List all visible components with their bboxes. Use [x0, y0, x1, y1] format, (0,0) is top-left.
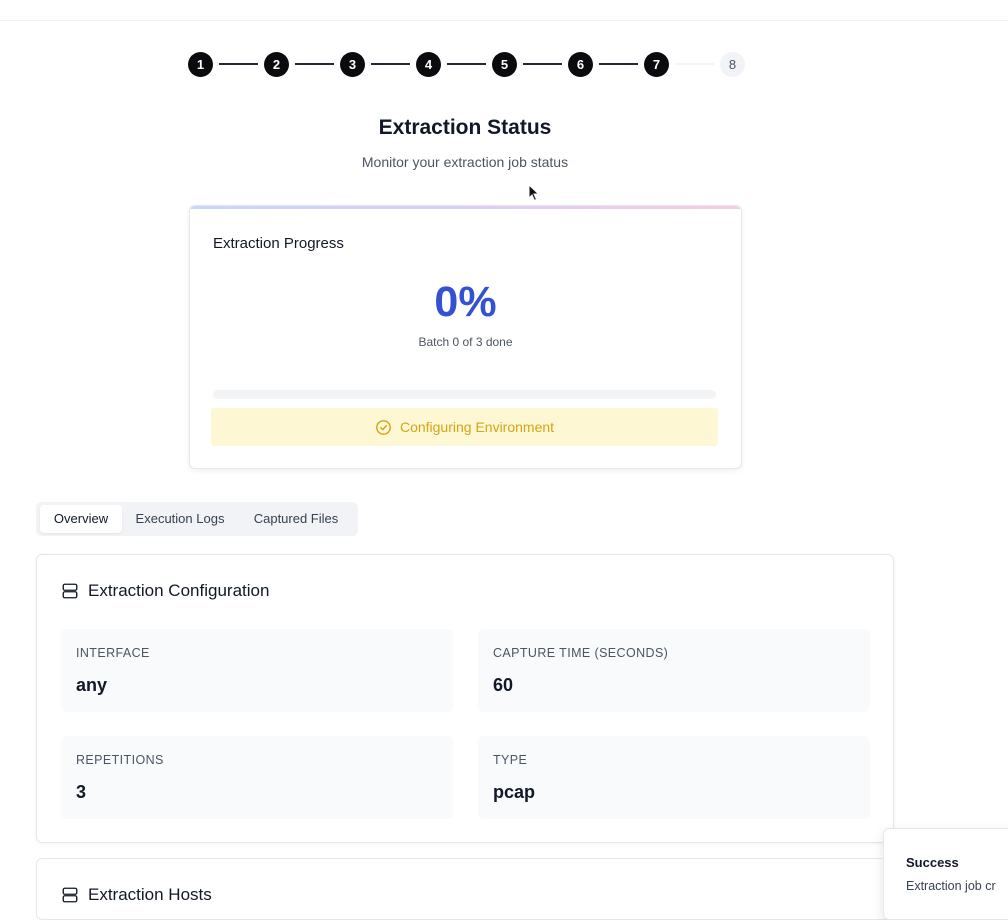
field-capture-time: CAPTURE TIME (SECONDS) 60	[478, 629, 870, 712]
step-7[interactable]: 7	[644, 51, 669, 77]
tab-captured-files[interactable]: Captured Files	[238, 505, 354, 533]
field-label: CAPTURE TIME (SECONDS)	[493, 646, 669, 660]
field-label: TYPE	[493, 753, 528, 767]
extraction-progress-card: Extraction Progress 0% Batch 0 of 3 done…	[189, 205, 742, 469]
progress-percent: 0%	[434, 278, 497, 326]
field-value: pcap	[493, 782, 536, 802]
status-text: Configuring Environment	[399, 419, 555, 435]
step-1[interactable]: 1	[188, 51, 213, 77]
tab-list: Overview Execution Logs Captured Files	[36, 502, 358, 536]
field-type: TYPE pcap	[478, 736, 870, 819]
field-interface: INTERFACE any	[61, 629, 453, 712]
section-header: Extraction Hosts	[61, 885, 212, 905]
check-circle-icon	[376, 419, 391, 435]
toast-message: Extraction job cr	[906, 879, 996, 893]
step-4[interactable]: 4	[416, 51, 441, 77]
server-icon	[62, 583, 78, 599]
progress-bar	[213, 390, 716, 399]
section-header: Extraction Configuration	[61, 581, 269, 601]
mouse-cursor-icon	[528, 184, 540, 202]
field-label: REPETITIONS	[76, 753, 164, 767]
page-subtitle: Monitor your extraction job status	[361, 154, 569, 170]
field-label: INTERFACE	[76, 646, 150, 660]
page-title: Extraction Status	[378, 116, 552, 139]
step-8[interactable]: 8	[720, 51, 745, 77]
step-6[interactable]: 6	[568, 51, 593, 77]
field-value: 3	[76, 782, 87, 802]
step-5[interactable]: 5	[492, 51, 517, 77]
progress-card-title: Extraction Progress	[213, 235, 344, 252]
section-title: Extraction Configuration	[88, 581, 270, 600]
field-value: any	[76, 675, 108, 695]
field-value: 60	[493, 675, 514, 695]
step-connector	[599, 63, 638, 65]
step-connector	[219, 63, 258, 65]
section-title: Extraction Hosts	[88, 885, 212, 904]
step-3[interactable]: 3	[340, 51, 365, 77]
step-2[interactable]: 2	[264, 51, 289, 77]
tab-overview[interactable]: Overview	[40, 505, 122, 533]
batch-status-text: Batch 0 of 3 done	[418, 335, 513, 349]
extraction-configuration-card: Extraction Configuration INTERFACE any C…	[36, 554, 894, 843]
success-toast[interactable]: Success Extraction job cr	[883, 828, 1008, 920]
status-banner: Configuring Environment	[211, 408, 718, 446]
extraction-hosts-card: Extraction Hosts	[36, 858, 894, 920]
top-bar	[0, 0, 1008, 21]
step-connector	[523, 63, 562, 65]
field-repetitions: REPETITIONS 3	[61, 736, 453, 819]
card-accent-bar	[190, 206, 741, 209]
tab-execution-logs[interactable]: Execution Logs	[124, 505, 236, 533]
toast-title: Success	[906, 855, 959, 870]
server-icon	[62, 887, 78, 903]
step-connector	[675, 63, 714, 65]
step-connector	[295, 63, 334, 65]
step-connector	[447, 63, 486, 65]
stepper: 1 2 3 4 5 6 7 8	[188, 51, 745, 77]
step-connector	[371, 63, 410, 65]
